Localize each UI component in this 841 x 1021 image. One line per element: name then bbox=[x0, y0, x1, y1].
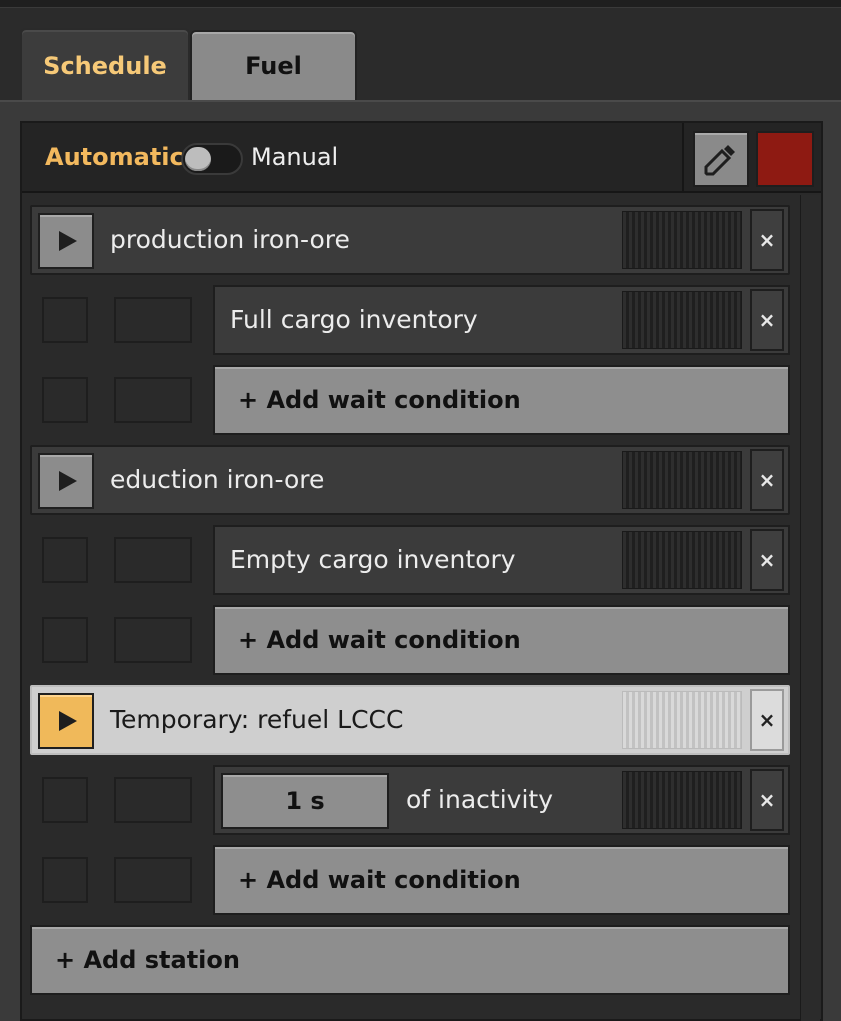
remove-condition-button[interactable]: × bbox=[750, 769, 784, 831]
play-icon bbox=[59, 471, 77, 491]
temporary-station-row[interactable]: Temporary: refuel LCCC × bbox=[30, 685, 790, 755]
toggle-knob bbox=[185, 147, 211, 171]
go-to-station-button[interactable] bbox=[38, 453, 94, 509]
station-row[interactable]: eduction iron-ore × bbox=[30, 445, 790, 515]
drag-handle[interactable] bbox=[622, 451, 742, 509]
condition-slot bbox=[114, 777, 192, 823]
add-wait-condition-button[interactable]: + Add wait condition bbox=[213, 365, 790, 435]
station-name: Temporary: refuel LCCC bbox=[110, 705, 404, 734]
condition-slot bbox=[114, 377, 192, 423]
tab-fuel[interactable]: Fuel bbox=[190, 30, 357, 100]
wait-condition-row[interactable]: Full cargo inventory × bbox=[213, 285, 790, 355]
close-icon: × bbox=[758, 548, 776, 572]
go-to-station-button[interactable] bbox=[38, 213, 94, 269]
wait-condition-label: of inactivity bbox=[406, 785, 553, 814]
wait-condition-row[interactable]: Empty cargo inventory × bbox=[213, 525, 790, 595]
close-icon: × bbox=[758, 228, 776, 252]
close-icon: × bbox=[758, 308, 776, 332]
automatic-label[interactable]: Automatic bbox=[45, 143, 184, 171]
tab-schedule[interactable]: Schedule bbox=[20, 28, 190, 102]
close-icon: × bbox=[758, 708, 776, 732]
close-icon: × bbox=[758, 788, 776, 812]
add-station-button[interactable]: + Add station bbox=[30, 925, 790, 995]
play-icon bbox=[59, 231, 77, 251]
drag-handle[interactable] bbox=[622, 291, 742, 349]
station-name: production iron-ore bbox=[110, 225, 350, 254]
train-color-swatch[interactable] bbox=[756, 131, 814, 187]
wait-condition-label: Empty cargo inventory bbox=[230, 545, 516, 574]
condition-slot bbox=[42, 537, 88, 583]
drag-handle[interactable] bbox=[622, 771, 742, 829]
condition-slot bbox=[42, 377, 88, 423]
inactivity-time-input[interactable]: 1 s bbox=[221, 773, 389, 829]
condition-slot bbox=[42, 857, 88, 903]
manual-label[interactable]: Manual bbox=[251, 143, 338, 171]
add-wait-condition-button[interactable]: + Add wait condition bbox=[213, 845, 790, 915]
station-name: eduction iron-ore bbox=[110, 465, 325, 494]
scrollbar-track[interactable] bbox=[800, 195, 820, 1021]
window-top-edge bbox=[0, 0, 841, 8]
wait-condition-label: Full cargo inventory bbox=[230, 305, 478, 334]
condition-slot bbox=[42, 297, 88, 343]
color-picker-button[interactable] bbox=[693, 131, 749, 187]
remove-station-button[interactable]: × bbox=[750, 209, 784, 271]
mode-toggle-switch[interactable] bbox=[181, 143, 243, 175]
add-wait-condition-button[interactable]: + Add wait condition bbox=[213, 605, 790, 675]
condition-slot bbox=[42, 777, 88, 823]
drag-handle[interactable] bbox=[622, 211, 742, 269]
condition-slot bbox=[114, 617, 192, 663]
eyedropper-icon bbox=[704, 145, 735, 176]
close-icon: × bbox=[758, 468, 776, 492]
station-row[interactable]: production iron-ore × bbox=[30, 205, 790, 275]
drag-handle[interactable] bbox=[622, 691, 742, 749]
condition-slot bbox=[114, 297, 192, 343]
drag-handle[interactable] bbox=[622, 531, 742, 589]
remove-station-button[interactable]: × bbox=[750, 689, 784, 751]
condition-slot bbox=[114, 537, 192, 583]
condition-slot bbox=[114, 857, 192, 903]
play-icon bbox=[59, 711, 77, 731]
condition-slot bbox=[42, 617, 88, 663]
remove-condition-button[interactable]: × bbox=[750, 289, 784, 351]
wait-condition-row[interactable]: 1 s of inactivity × bbox=[213, 765, 790, 835]
go-to-station-button[interactable] bbox=[38, 693, 94, 749]
remove-station-button[interactable]: × bbox=[750, 449, 784, 511]
remove-condition-button[interactable]: × bbox=[750, 529, 784, 591]
